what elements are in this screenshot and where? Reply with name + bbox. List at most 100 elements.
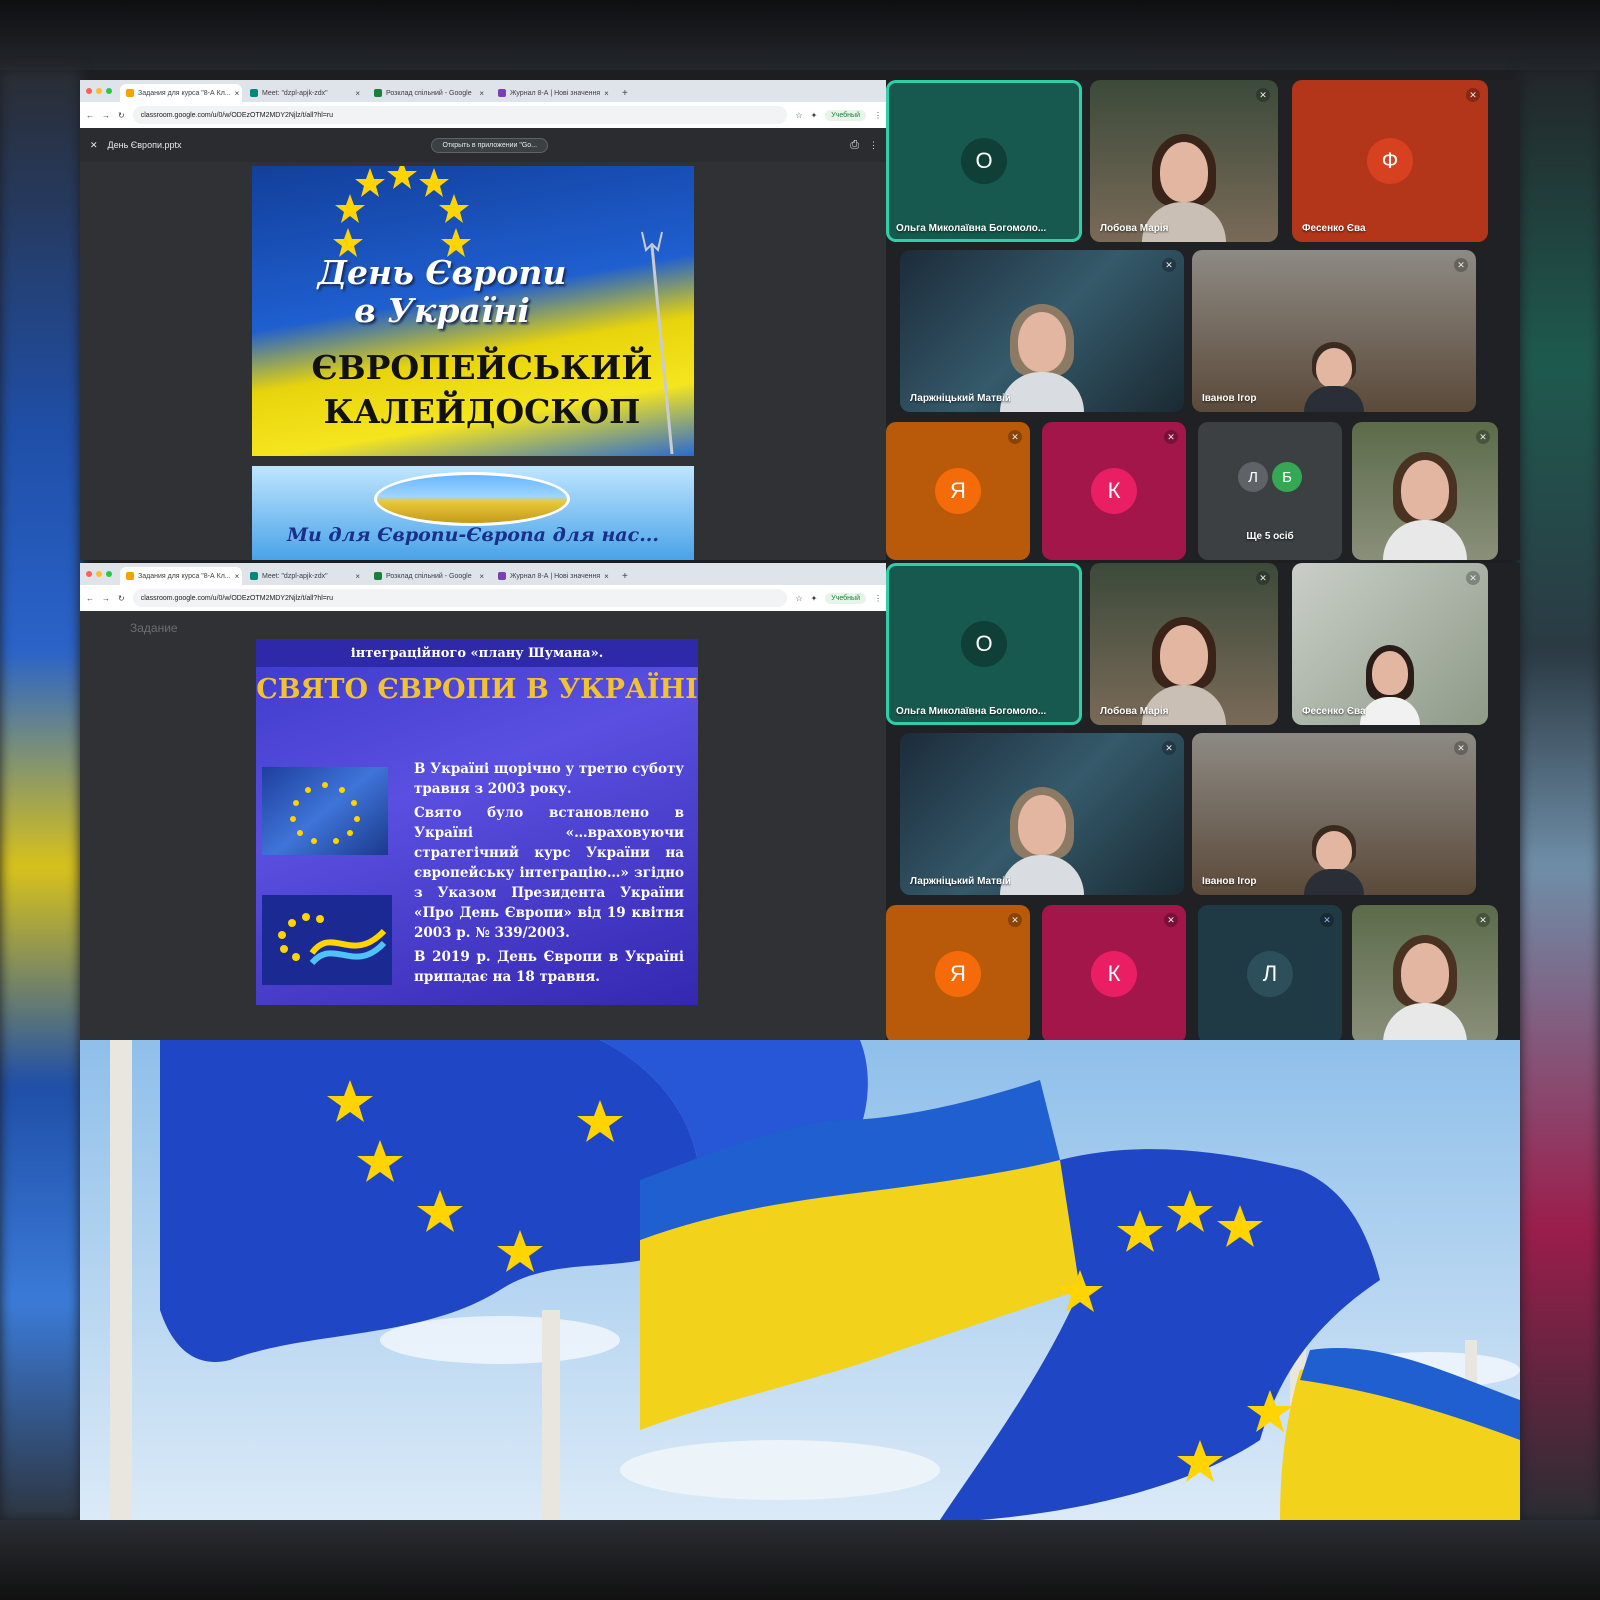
participant-tile[interactable]: ✕ xyxy=(1352,422,1498,560)
maximize-window-button[interactable] xyxy=(106,88,112,94)
participant-tile[interactable]: Ф ✕ Фесенко Єва xyxy=(1292,80,1488,242)
participant-tile[interactable]: Я ✕ xyxy=(886,905,1030,1043)
participant-tile[interactable]: ✕ Ларжніцький Матвій xyxy=(900,733,1184,895)
meet-favicon-icon xyxy=(250,89,258,97)
more-participants-label: Ще 5 осіб xyxy=(1246,531,1294,542)
profile-chip[interactable]: Учебный xyxy=(825,592,866,604)
screen-capture-2: Задания для курса "8-А Кл... × Meet: "dz… xyxy=(80,563,1520,1043)
wheat-field-image xyxy=(374,472,570,526)
meet-favicon-icon xyxy=(250,572,258,580)
close-window-button[interactable] xyxy=(86,571,92,577)
address-bar[interactable]: classroom.google.com/u/0/w/ODEzOTM2MDY2N… xyxy=(132,106,788,124)
participant-avatar: Л xyxy=(1247,951,1293,997)
participant-avatar: Я xyxy=(935,951,981,997)
screen-capture-1: Задания для курса "8-А Кл... × Meet: "dz… xyxy=(80,80,1520,560)
classroom-favicon-icon xyxy=(126,89,134,97)
forward-icon[interactable]: → xyxy=(102,594,110,603)
participant-tile[interactable]: К ✕ xyxy=(1042,905,1186,1043)
tab-close-icon[interactable]: × xyxy=(479,89,484,98)
browser-tab-classroom[interactable]: Задания для курса "8-А Кл... × xyxy=(120,84,242,102)
extensions-icon[interactable]: ✦ xyxy=(811,594,818,603)
forward-icon[interactable]: → xyxy=(102,111,110,120)
participant-name: Лобова Марія xyxy=(1100,223,1169,234)
participant-tile[interactable]: ✕ Лобова Марія xyxy=(1090,80,1278,242)
waving-flags-image xyxy=(80,1040,1520,1520)
address-toolbar: ← → ↻ classroom.google.com/u/0/w/ODEzOTM… xyxy=(80,585,888,611)
bookmark-star-icon[interactable]: ☆ xyxy=(795,111,802,120)
participant-tile[interactable]: О Ольга Миколаївна Богомоло... xyxy=(886,563,1082,725)
more-participants-tile[interactable]: Л Б Ще 5 осіб xyxy=(1198,422,1342,560)
participant-avatar: Б xyxy=(1272,462,1302,493)
tab-close-icon[interactable]: × xyxy=(479,572,484,581)
browser-tab-meet[interactable]: Meet: "dzpl-apjk-zdx" × xyxy=(244,84,366,102)
browser-tab-sheets[interactable]: Розклад спільний - Google × xyxy=(368,567,490,585)
reload-icon[interactable]: ↻ xyxy=(118,111,125,120)
tab-close-icon[interactable]: × xyxy=(604,572,609,581)
browser-tab-journal[interactable]: Журнал 8-А | Нові значення × xyxy=(492,84,614,102)
browser-menu-icon[interactable]: ⋮ xyxy=(874,111,882,120)
address-bar[interactable]: classroom.google.com/u/0/w/ODEzOTM2MDY2N… xyxy=(132,589,788,607)
participant-name: Фесенко Єва xyxy=(1302,223,1366,234)
participant-tile[interactable]: ✕ Іванов Ігор xyxy=(1192,733,1476,895)
extensions-icon[interactable]: ✦ xyxy=(811,111,818,120)
participant-tile[interactable]: К ✕ xyxy=(1042,422,1186,560)
participant-avatar: К xyxy=(1091,951,1137,997)
participant-tile[interactable]: Л ✕ xyxy=(1198,905,1342,1043)
new-tab-icon[interactable]: + xyxy=(622,88,628,99)
address-toolbar: ← → ↻ classroom.google.com/u/0/w/ODEzOTM… xyxy=(80,102,888,128)
tab-close-icon[interactable]: × xyxy=(604,89,609,98)
participant-tile[interactable]: ✕ xyxy=(1352,905,1498,1043)
meet-participants-grid: О Ольга Миколаївна Богомоло... ✕ Лобова … xyxy=(886,563,1520,1043)
participant-tile[interactable]: Я ✕ xyxy=(886,422,1030,560)
participant-tile[interactable]: ✕ Фесенко Єва xyxy=(1292,563,1488,725)
participant-tile[interactable]: ✕ Іванов Ігор xyxy=(1192,250,1476,412)
tab-close-icon[interactable]: × xyxy=(235,572,240,581)
more-options-icon[interactable]: ⋮ xyxy=(869,140,878,151)
participant-video xyxy=(1000,785,1084,895)
back-icon[interactable]: ← xyxy=(86,111,94,120)
participant-avatar: Л xyxy=(1238,462,1268,493)
mic-off-icon: ✕ xyxy=(1256,88,1270,102)
mic-off-icon: ✕ xyxy=(1466,88,1480,102)
window-controls xyxy=(86,88,112,94)
sheets-favicon-icon xyxy=(374,89,382,97)
browser-menu-icon[interactable]: ⋮ xyxy=(874,594,882,603)
browser-tab-journal[interactable]: Журнал 8-А | Нові значення × xyxy=(492,567,614,585)
slide-heading: СВЯТО ЄВРОПИ В УКРАЇНІ xyxy=(256,674,698,705)
mic-off-icon: ✕ xyxy=(1162,258,1176,272)
participant-video xyxy=(1383,450,1467,560)
new-tab-icon[interactable]: + xyxy=(622,571,628,582)
reload-icon[interactable]: ↻ xyxy=(118,594,125,603)
browser-tab-classroom[interactable]: Задания для курса "8-А Кл... × xyxy=(120,567,242,585)
tab-label: Задания для курса "8-А Кл... xyxy=(138,572,231,580)
browser-tab-meet[interactable]: Meet: "dzpl-apjk-zdx" × xyxy=(244,567,366,585)
tab-close-icon[interactable]: × xyxy=(355,572,360,581)
back-icon[interactable]: ← xyxy=(86,594,94,603)
participant-tile[interactable]: ✕ Ларжніцький Матвій xyxy=(900,250,1184,412)
participant-tile[interactable]: ✕ Лобова Марія xyxy=(1090,563,1278,725)
browser-tab-sheets[interactable]: Розклад спільний - Google × xyxy=(368,84,490,102)
close-window-button[interactable] xyxy=(86,88,92,94)
open-in-app-button[interactable]: Открыть в приложении "Go... xyxy=(431,137,549,153)
print-icon[interactable]: ⎙ xyxy=(850,139,859,152)
close-viewer-icon[interactable]: ✕ xyxy=(90,140,98,151)
tab-close-icon[interactable]: × xyxy=(355,89,360,98)
mic-off-icon: ✕ xyxy=(1256,571,1270,585)
mic-off-icon: ✕ xyxy=(1476,913,1490,927)
minimize-window-button[interactable] xyxy=(96,88,102,94)
participant-name: Ларжніцький Матвій xyxy=(910,393,1012,404)
tab-label: Задания для курса "8-А Кл... xyxy=(138,89,231,97)
tab-label: Meet: "dzpl-apjk-zdx" xyxy=(262,572,328,580)
maximize-window-button[interactable] xyxy=(106,571,112,577)
sheets-favicon-icon xyxy=(374,572,382,580)
minimize-window-button[interactable] xyxy=(96,571,102,577)
participant-video xyxy=(1304,825,1364,895)
participant-tile[interactable]: О Ольга Миколаївна Богомоло... xyxy=(886,80,1082,242)
tab-bar: Задания для курса "8-А Кл... × Meet: "dz… xyxy=(80,80,888,102)
tab-close-icon[interactable]: × xyxy=(235,89,240,98)
next-slide-caption: Ми для Європи-Європа для нас... xyxy=(286,524,660,546)
mic-off-icon: ✕ xyxy=(1008,913,1022,927)
bookmark-star-icon[interactable]: ☆ xyxy=(795,594,802,603)
next-slide-preview: Ми для Європи-Європа для нас... xyxy=(252,466,694,560)
profile-chip[interactable]: Учебный xyxy=(825,109,866,121)
